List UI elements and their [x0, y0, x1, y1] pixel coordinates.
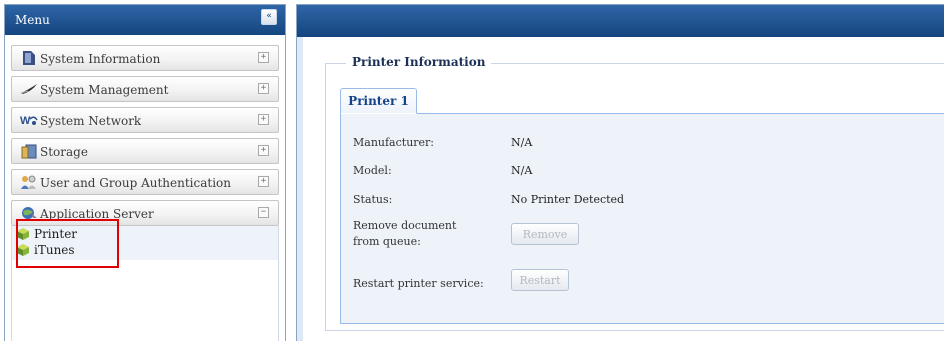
model-value: N/A: [511, 164, 533, 177]
content-header: [297, 5, 944, 37]
menu-item-label: System Information: [40, 52, 161, 66]
menu-item-system-network[interactable]: W System Network +: [11, 107, 279, 133]
users-icon: [21, 175, 36, 189]
printer-tab-panel: Manufacturer: N/A Model: N/A Status: No …: [340, 114, 944, 324]
submenu-item-printer[interactable]: Printer: [12, 226, 278, 242]
printer-information-fieldset: Printer Information Printer 1 Manufactur…: [325, 55, 944, 331]
expand-icon[interactable]: +: [258, 52, 269, 63]
collapse-menu-button[interactable]: «: [261, 9, 277, 25]
menu-item-label: System Network: [40, 114, 142, 128]
printer-tabbar: Printer 1: [340, 86, 944, 114]
content-panel: Printer Information Printer 1 Manufactur…: [296, 4, 944, 341]
menu-item-system-management[interactable]: System Management +: [11, 76, 279, 102]
menu-item-system-information[interactable]: System Information +: [11, 45, 279, 71]
feather-icon: [21, 84, 37, 94]
expand-icon[interactable]: +: [258, 114, 269, 125]
svg-text:W: W: [20, 115, 31, 127]
menu-item-label: Application Server: [40, 207, 154, 221]
content-body: Printer Information Printer 1 Manufactur…: [303, 37, 944, 341]
status-label: Status:: [353, 193, 393, 206]
cube-icon: [17, 228, 29, 240]
network-icon: W: [20, 115, 38, 127]
remove-document-label-line2: from queue:: [353, 235, 421, 248]
menu-body: System Information + System Management +…: [5, 35, 285, 260]
expand-icon[interactable]: +: [258, 83, 269, 94]
submenu-item-label: Printer: [34, 227, 78, 241]
globe-icon: [22, 207, 37, 219]
section-title: Printer Information: [346, 55, 492, 69]
menu-item-application-server[interactable]: Application Server −: [11, 200, 279, 226]
expand-icon[interactable]: +: [258, 145, 269, 156]
menu-item-label: Storage: [40, 145, 88, 159]
menu-panel: Menu « System Information + System Manag…: [4, 4, 286, 341]
remove-button[interactable]: Remove: [511, 223, 579, 245]
storage-icon: [21, 144, 37, 159]
menu-header: Menu «: [5, 5, 285, 35]
restart-service-label: Restart printer service:: [353, 277, 484, 290]
remove-document-label-line1: Remove document: [353, 219, 457, 232]
manufacturer-value: N/A: [511, 136, 533, 149]
collapse-icon[interactable]: −: [258, 207, 269, 218]
restart-button[interactable]: Restart: [511, 269, 569, 291]
menu-panel-filler: [11, 250, 279, 341]
status-value: No Printer Detected: [511, 193, 625, 206]
menu-item-storage[interactable]: Storage +: [11, 138, 279, 164]
menu-item-label: User and Group Authentication: [40, 176, 231, 190]
menu-item-label: System Management: [40, 83, 169, 97]
tab-printer-1[interactable]: Printer 1: [340, 88, 417, 114]
menu-item-user-group-authentication[interactable]: User and Group Authentication +: [11, 169, 279, 195]
expand-icon[interactable]: +: [258, 176, 269, 187]
manufacturer-label: Manufacturer:: [353, 136, 435, 149]
book-icon: [23, 51, 35, 65]
menu-title: Menu: [15, 13, 50, 27]
model-label: Model:: [353, 164, 392, 177]
